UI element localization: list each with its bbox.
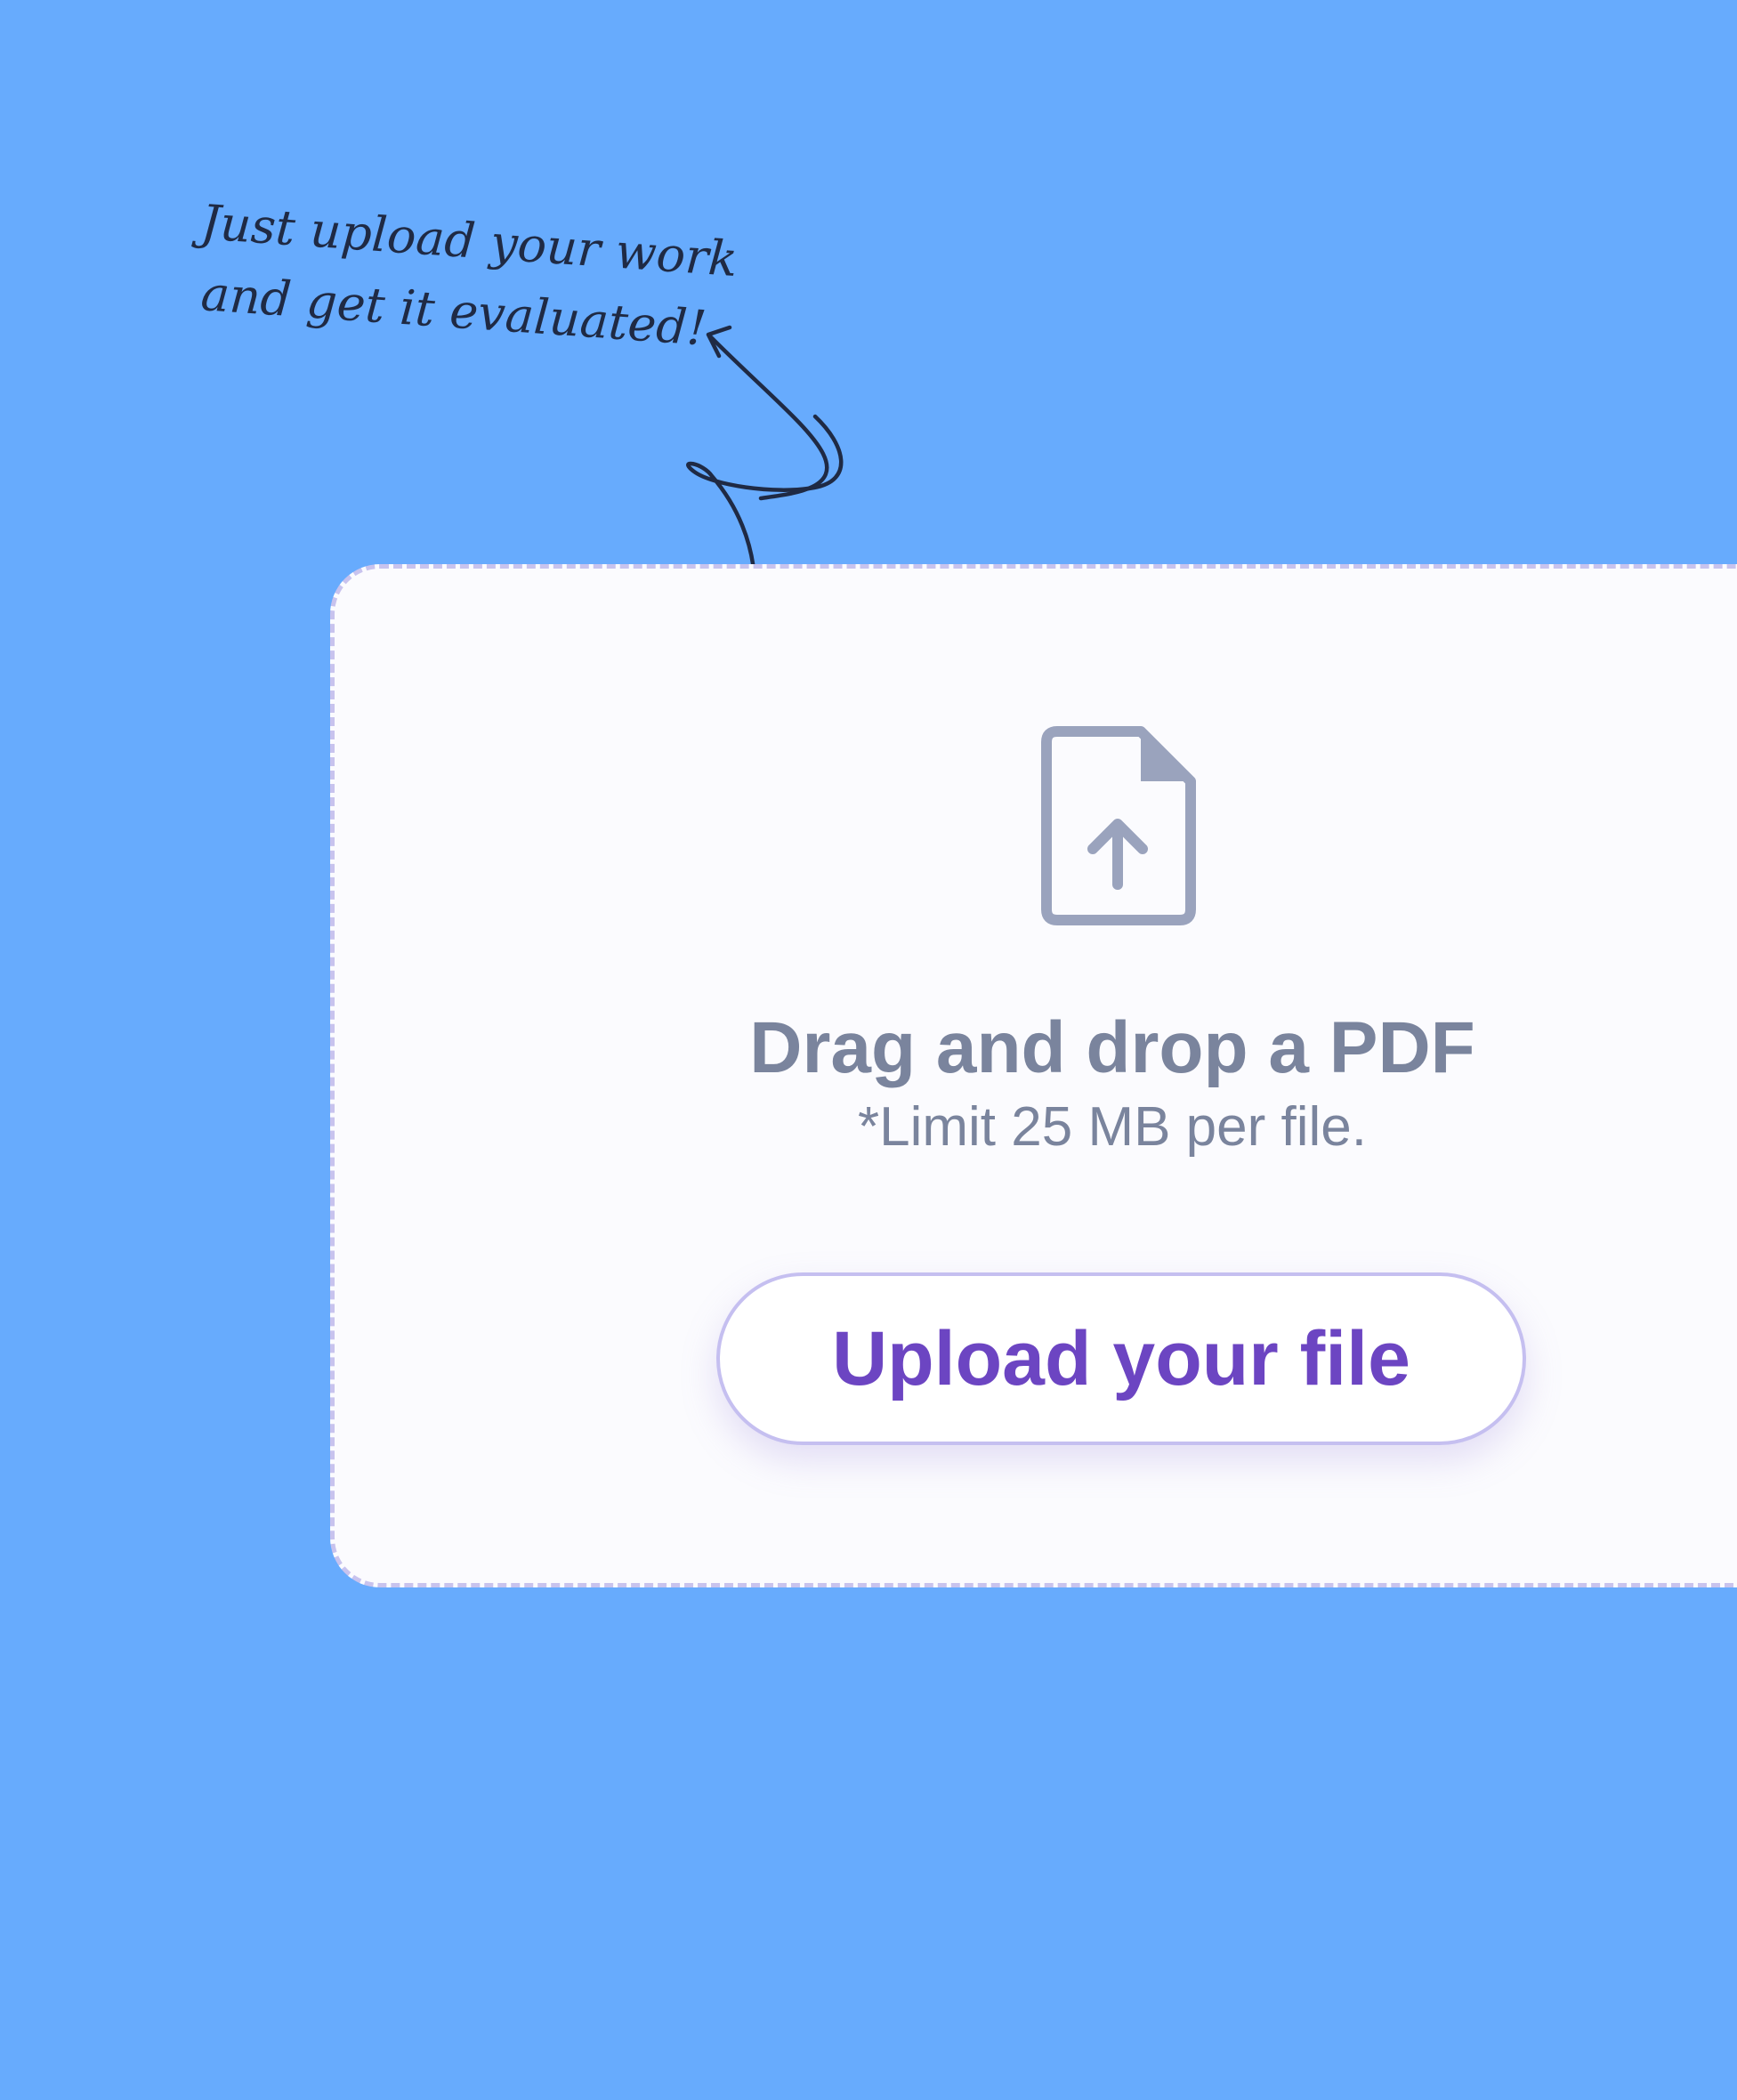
file-size-limit: *Limit 25 MB per file. bbox=[858, 1096, 1367, 1158]
upload-file-button[interactable]: Upload your file bbox=[716, 1272, 1526, 1445]
dropzone-title: Drag and drop a PDF bbox=[749, 1007, 1475, 1088]
file-upload-icon bbox=[1041, 726, 1196, 925]
upload-button-label: Upload your file bbox=[832, 1316, 1410, 1401]
handwritten-note: Just upload your work and get it evaluat… bbox=[199, 187, 753, 357]
